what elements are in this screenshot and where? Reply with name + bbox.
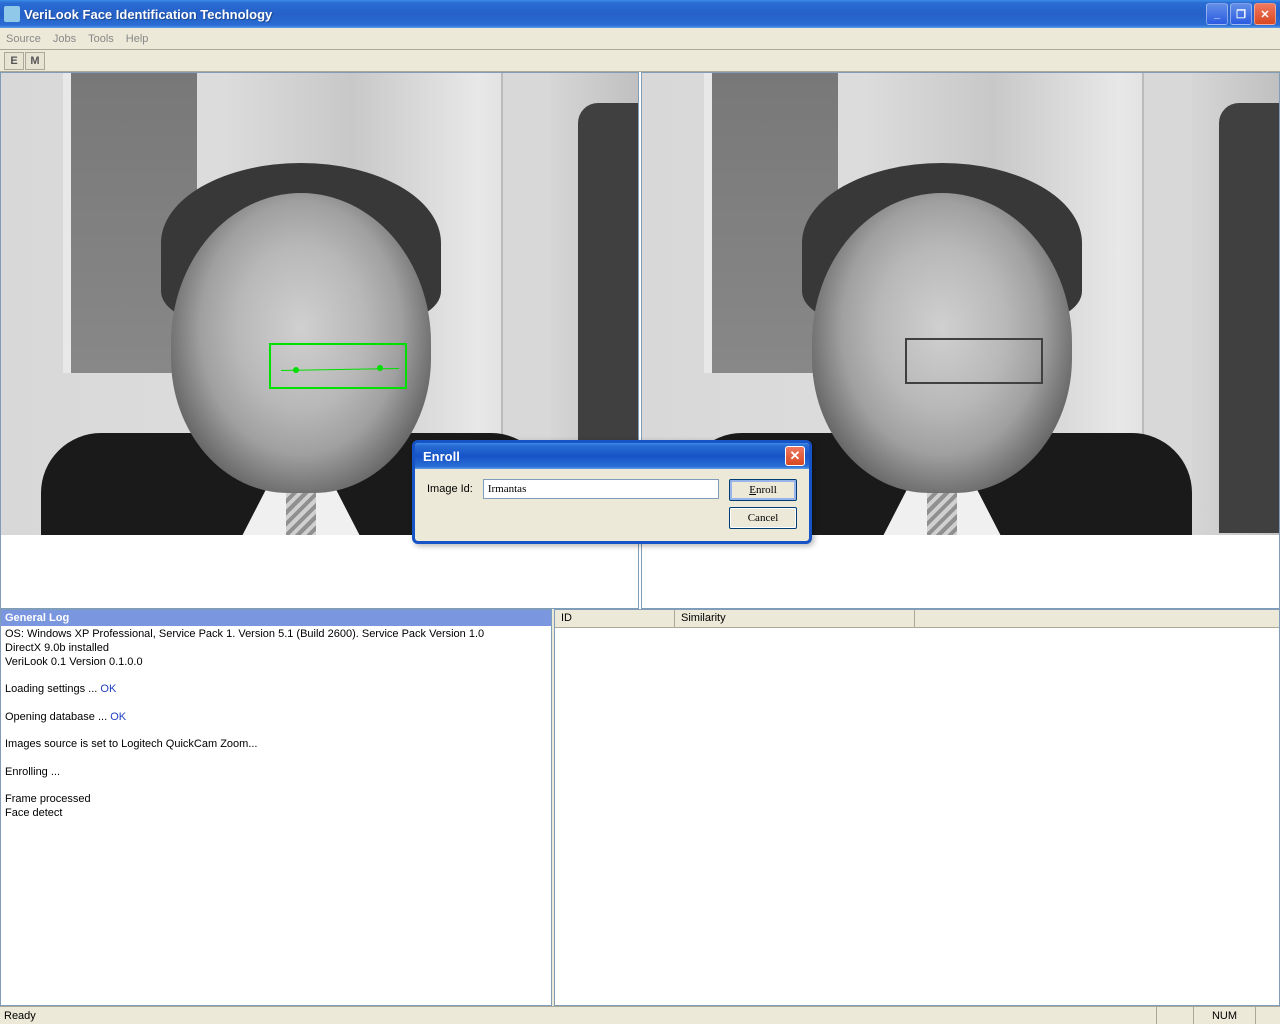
log-line: Enrolling ... xyxy=(5,766,547,780)
cancel-button[interactable]: Cancel xyxy=(729,507,797,529)
log-header: General Log xyxy=(1,610,551,626)
face-detection-box-left xyxy=(269,343,407,389)
log-line: VeriLook 0.1 Version 0.1.0.0 xyxy=(5,656,547,670)
log-line: Face detect xyxy=(5,807,547,821)
log-line: DirectX 9.0b installed xyxy=(5,642,547,656)
log-line: Frame processed xyxy=(5,793,547,807)
dialog-buttons: Enroll Cancel xyxy=(729,479,797,529)
toolbar-match-button[interactable]: M xyxy=(25,52,45,70)
menubar: Source Jobs Tools Help xyxy=(0,28,1280,50)
menu-tools[interactable]: Tools xyxy=(88,33,114,45)
status-num: NUM xyxy=(1193,1007,1255,1024)
titlebar: VeriLook Face Identification Technology … xyxy=(0,0,1280,28)
enroll-button[interactable]: Enroll xyxy=(729,479,797,501)
log-line: Loading settings ... OK xyxy=(5,683,547,697)
status-ready: Ready xyxy=(4,1010,1156,1022)
enroll-dialog: Enroll ✕ Image Id: Enroll Cancel xyxy=(412,440,812,544)
results-col-id[interactable]: ID xyxy=(555,610,675,627)
menu-jobs[interactable]: Jobs xyxy=(53,33,76,45)
results-header: ID Similarity xyxy=(555,610,1279,628)
menu-help[interactable]: Help xyxy=(126,33,149,45)
toolbar-enroll-button[interactable]: E xyxy=(4,52,24,70)
statusbar: Ready NUM xyxy=(0,1006,1280,1024)
window-controls: _ ❐ ✕ xyxy=(1206,3,1276,25)
bottom-area: General Log OS: Windows XP Professional,… xyxy=(0,609,1280,1006)
dialog-close-button[interactable]: ✕ xyxy=(785,446,805,466)
results-pane: ID Similarity xyxy=(554,609,1280,1006)
dialog-body: Image Id: Enroll Cancel xyxy=(415,469,809,541)
log-line xyxy=(5,752,547,766)
status-cell-3 xyxy=(1255,1007,1276,1024)
status-cell-1 xyxy=(1156,1007,1193,1024)
log-line xyxy=(5,779,547,793)
image-id-label: Image Id: xyxy=(427,479,473,495)
log-line: Images source is set to Logitech QuickCa… xyxy=(5,738,547,752)
log-line xyxy=(5,669,547,683)
dialog-title: Enroll xyxy=(423,449,785,464)
maximize-button[interactable]: ❐ xyxy=(1230,3,1252,25)
toolbar: E M xyxy=(0,50,1280,72)
dialog-titlebar[interactable]: Enroll ✕ xyxy=(415,443,809,469)
minimize-button[interactable]: _ xyxy=(1206,3,1228,25)
app-icon xyxy=(4,6,20,22)
log-pane: General Log OS: Windows XP Professional,… xyxy=(0,609,552,1006)
results-col-spacer xyxy=(915,610,1279,627)
log-line: OS: Windows XP Professional, Service Pac… xyxy=(5,628,547,642)
log-line xyxy=(5,724,547,738)
image-id-input[interactable] xyxy=(483,479,719,499)
log-line: Opening database ... OK xyxy=(5,711,547,725)
window-title: VeriLook Face Identification Technology xyxy=(24,7,1206,22)
close-button[interactable]: ✕ xyxy=(1254,3,1276,25)
menu-source[interactable]: Source xyxy=(6,33,41,45)
log-line xyxy=(5,697,547,711)
results-col-similarity[interactable]: Similarity xyxy=(675,610,915,627)
face-detection-box-right xyxy=(905,338,1043,384)
log-body[interactable]: OS: Windows XP Professional, Service Pac… xyxy=(1,626,551,1005)
